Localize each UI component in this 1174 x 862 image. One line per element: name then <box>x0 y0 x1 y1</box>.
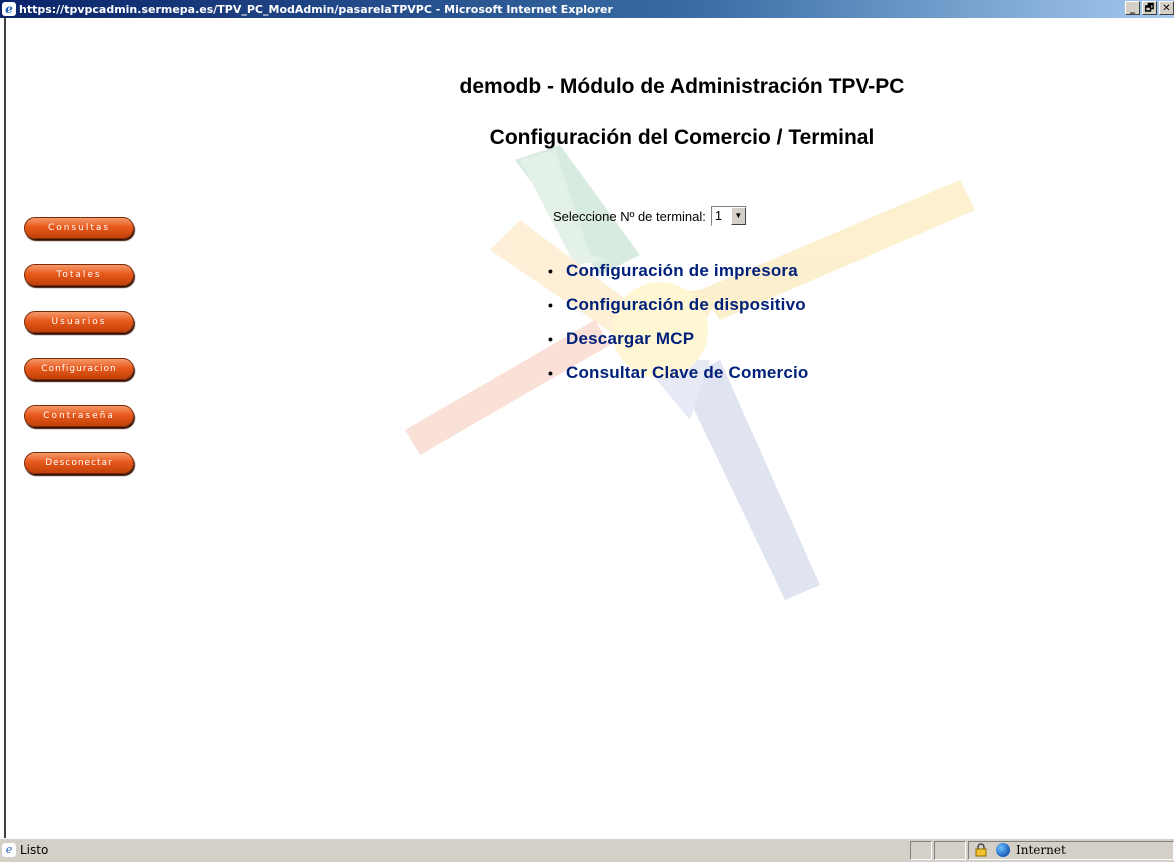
sidebar-nav: Consultas Totales Usuarios Configuracion… <box>24 217 134 499</box>
terminal-select[interactable]: 1 ▼ <box>710 206 747 226</box>
close-button[interactable]: ✕ <box>1159 1 1174 15</box>
link-consultar-clave[interactable]: Consultar Clave de Comercio <box>566 363 809 383</box>
terminal-select-label: Seleccione Nº de terminal: <box>553 208 706 224</box>
page-icon: e <box>2 843 16 857</box>
list-item: • Descargar MCP <box>548 322 809 356</box>
bullet-icon: • <box>548 263 553 279</box>
terminal-selector: Seleccione Nº de terminal: 1 ▼ <box>553 206 747 226</box>
maximize-button[interactable]: 🗗 <box>1142 1 1157 15</box>
link-configuracion-dispositivo[interactable]: Configuración de dispositivo <box>566 295 806 315</box>
nav-button-usuarios[interactable]: Usuarios <box>24 311 134 333</box>
window-titlebar: e https://tpvpcadmin.sermepa.es/TPV_PC_M… <box>0 0 1174 18</box>
lock-icon <box>975 843 987 857</box>
list-item: • Configuración de impresora <box>548 254 809 288</box>
bullet-icon: • <box>548 365 553 381</box>
page-title: demodb - Módulo de Administración TPV-PC <box>459 75 905 98</box>
nav-button-totales[interactable]: Totales <box>24 264 134 286</box>
nav-button-configuracion[interactable]: Configuracion <box>24 358 134 380</box>
list-item: • Consultar Clave de Comercio <box>548 356 809 390</box>
window-title: https://tpvpcadmin.sermepa.es/TPV_PC_Mod… <box>19 2 613 16</box>
status-panel <box>910 841 932 860</box>
bullet-icon: • <box>548 331 553 347</box>
nav-button-consultas[interactable]: Consultas <box>24 217 134 239</box>
page-subtitle: Configuración del Comercio / Terminal <box>489 126 875 149</box>
globe-icon <box>996 843 1010 857</box>
terminal-select-value: 1 <box>714 208 723 223</box>
status-bar: e Listo Internet <box>0 838 1174 862</box>
nav-button-desconectar[interactable]: Desconectar <box>24 452 134 474</box>
status-text: Listo <box>20 843 49 857</box>
security-zone-label: Internet <box>1016 843 1066 857</box>
bullet-icon: • <box>548 297 553 313</box>
link-descargar-mcp[interactable]: Descargar MCP <box>566 329 694 349</box>
list-item: • Configuración de dispositivo <box>548 288 809 322</box>
status-panel <box>934 841 966 860</box>
minimize-button[interactable]: _ <box>1125 1 1140 15</box>
chevron-down-icon[interactable]: ▼ <box>730 207 746 225</box>
ie-icon: e <box>2 2 16 16</box>
nav-button-contrasena[interactable]: Contraseña <box>24 405 134 427</box>
link-configuracion-impresora[interactable]: Configuración de impresora <box>566 261 798 281</box>
options-list: • Configuración de impresora • Configuraci… <box>548 254 809 390</box>
